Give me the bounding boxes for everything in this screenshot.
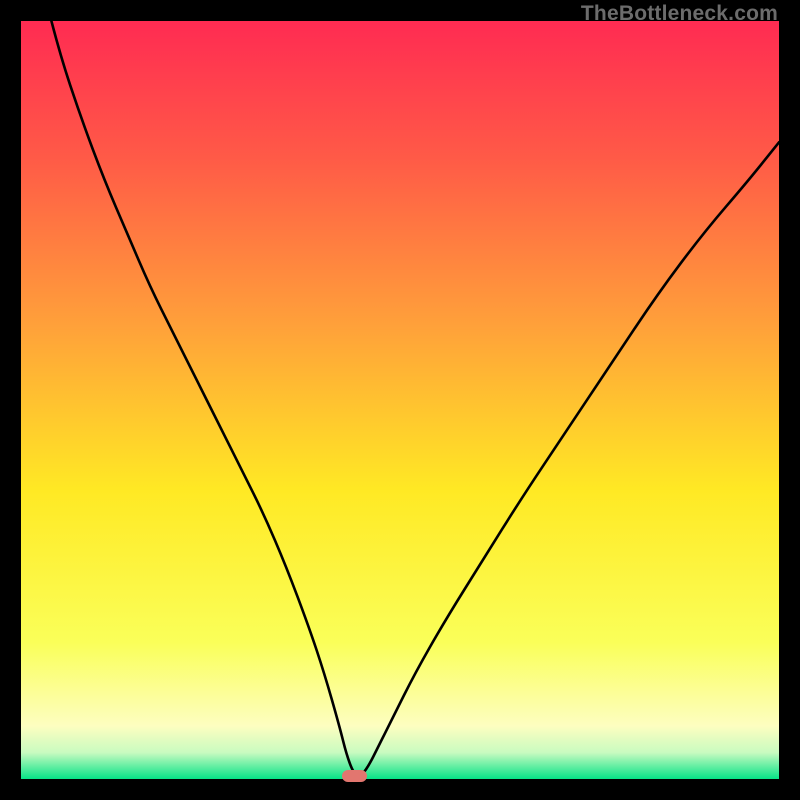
watermark-text: TheBottleneck.com [581,2,778,26]
chart-svg [21,21,779,779]
optimum-marker [342,770,366,781]
chart-frame [21,21,779,779]
gradient-background [21,21,779,779]
